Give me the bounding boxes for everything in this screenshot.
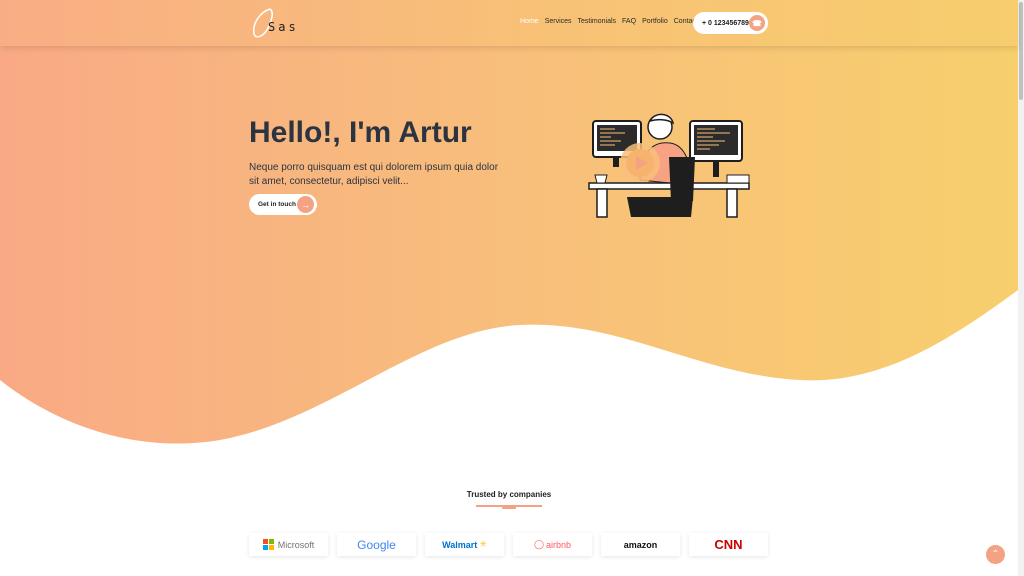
get-in-touch-button[interactable]: Get in touch → [249, 194, 317, 215]
phone-button[interactable]: + 0 123456789 ☎ [693, 12, 768, 34]
company-name: Walmart [442, 539, 478, 550]
developer-illustration [588, 113, 750, 218]
main-nav: Home Services Testimonials FAQ Portfolio… [520, 18, 698, 25]
header: Sas Home Services Testimonials FAQ Portf… [0, 0, 1018, 46]
scroll-to-top-button[interactable]: ⌃ [986, 545, 1005, 564]
company-card-microsoft[interactable]: Microsoft [249, 533, 328, 556]
scrollbar-thumb[interactable] [1019, 2, 1023, 100]
page-scrollbar[interactable] [1018, 0, 1024, 576]
company-card-airbnb[interactable]: ◯ airbnb [513, 533, 592, 556]
nav-item-services[interactable]: Services [545, 18, 572, 25]
nav-item-faq[interactable]: FAQ [622, 18, 636, 25]
trusted-title: Trusted by companies [466, 490, 552, 499]
hero-description: Neque porro quisquam est qui dolorem ips… [249, 162, 499, 187]
company-card-google[interactable]: Google [337, 533, 416, 556]
company-name: CNN [714, 537, 743, 552]
hero-title: Hello!, I'm Artur [249, 116, 472, 149]
company-card-amazon[interactable]: amazon [601, 533, 680, 556]
chevron-up-icon: ⌃ [991, 549, 1000, 560]
company-card-walmart[interactable]: Walmart ✳ [425, 533, 504, 556]
company-name: Google [357, 537, 396, 552]
nav-item-home[interactable]: Home [520, 18, 539, 25]
walmart-spark-icon: ✳ [479, 539, 487, 549]
company-name: Microsoft [277, 539, 315, 550]
title-underline-accent [502, 505, 516, 509]
company-logos: Microsoft Google Walmart ✳ ◯ airbnb amaz… [249, 533, 768, 556]
get-in-touch-label: Get in touch [258, 201, 296, 208]
nav-item-testimonials[interactable]: Testimonials [578, 18, 617, 25]
logo-text[interactable]: Sas [268, 20, 299, 34]
company-card-cnn[interactable]: CNN [689, 533, 768, 556]
company-name: amazon [623, 539, 658, 550]
airbnb-icon: ◯ [533, 539, 545, 549]
arrow-right-icon: → [297, 196, 314, 213]
phone-icon: ☎ [749, 15, 765, 31]
microsoft-icon [262, 539, 274, 550]
phone-number: + 0 123456789 [702, 19, 749, 27]
company-name: airbnb [546, 539, 572, 550]
hero-background [0, 0, 1018, 444]
nav-item-portfolio[interactable]: Portfolio [642, 18, 668, 25]
